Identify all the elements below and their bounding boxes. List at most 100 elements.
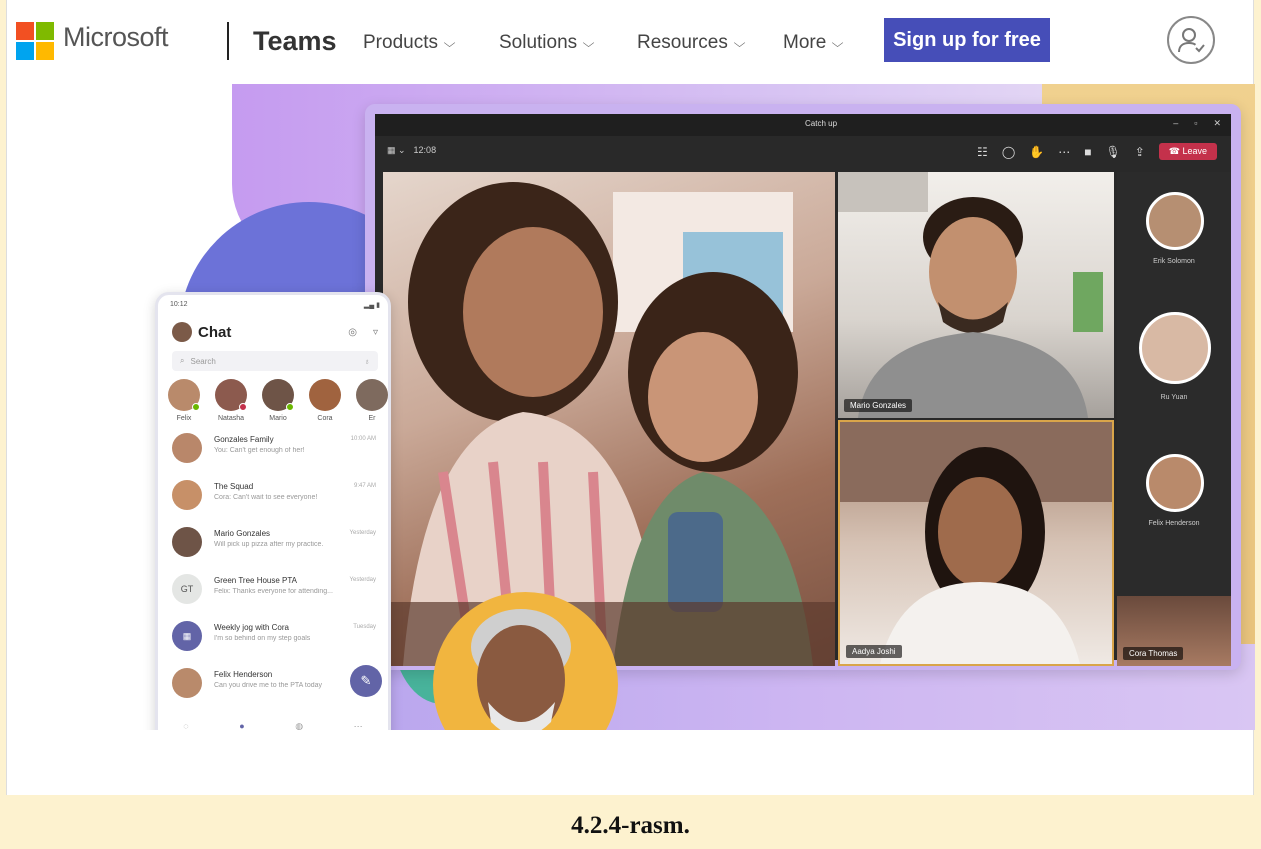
close-icon[interactable]: ✕: [1213, 118, 1221, 129]
contact-item[interactable]: Mario: [262, 379, 294, 422]
participant-avatar[interactable]: [1146, 454, 1204, 512]
product-name[interactable]: Teams: [253, 26, 337, 57]
search-placeholder: Search: [190, 356, 216, 366]
recent-contacts: Felix Natasha Mario Cora Er: [168, 379, 388, 422]
avatar: [172, 480, 202, 510]
chat-header: Chat ◎ ▿: [172, 319, 378, 345]
contact-item[interactable]: Er: [356, 379, 388, 422]
contact-name: Er: [368, 415, 376, 422]
camera-icon[interactable]: ■: [1084, 145, 1091, 159]
avatar: [172, 433, 202, 463]
sign-up-button[interactable]: Sign up for free: [884, 18, 1050, 62]
nav-solutions[interactable]: Solutions ⌵: [499, 32, 595, 54]
chat-icon[interactable]: ◯: [1002, 145, 1015, 159]
chevron-down-icon: ⌵: [443, 35, 456, 50]
nav-resources-label: Resources: [637, 32, 728, 53]
tab-more-icon[interactable]: ⋯: [354, 721, 363, 730]
list-item[interactable]: ▦ Weekly jog with Cora I'm so behind on …: [158, 615, 388, 662]
participant-name: Aadya Joshi: [846, 645, 902, 658]
compose-button[interactable]: ✎: [350, 665, 382, 697]
minimize-icon[interactable]: –: [1173, 118, 1178, 129]
participant-name: Ru Yuan: [1160, 394, 1188, 401]
chat-time: 9:47 AM: [353, 483, 376, 489]
leave-label: Leave: [1182, 146, 1207, 156]
share-screen-icon[interactable]: ⇪: [1135, 145, 1145, 159]
video-feed-image: [383, 182, 835, 666]
list-item[interactable]: The Squad Cora: Can't wait to see everyo…: [158, 474, 388, 521]
account-icon[interactable]: [1167, 16, 1215, 64]
leave-button[interactable]: ☎ Leave: [1158, 143, 1217, 160]
chat-time: 10:00 AM: [350, 436, 376, 442]
avatar: [172, 527, 202, 557]
participant-avatar[interactable]: [1139, 312, 1211, 384]
calendar-icon: ▦: [172, 621, 202, 651]
video-tile-participant-speaking: Aadya Joshi: [838, 420, 1114, 666]
list-item[interactable]: GT Green Tree House PTA Felix: Thanks ev…: [158, 568, 388, 615]
participant-name: Erik Solomon: [1153, 258, 1195, 265]
chat-title: Chat: [198, 323, 232, 341]
chevron-down-icon: ⌵: [831, 35, 844, 50]
filter-icon[interactable]: ▿: [373, 327, 378, 338]
contact-item[interactable]: Cora: [309, 379, 341, 422]
signal-battery-icon: ▂▄ ▮: [363, 302, 380, 309]
chat-time: Yesterday: [349, 577, 376, 583]
avatar: [262, 379, 294, 411]
browser-screenshot: Microsoft Teams Products ⌵ Solutions ⌵ R…: [6, 0, 1255, 795]
brand-name[interactable]: Microsoft: [63, 22, 169, 53]
window-titlebar: Catch up – ▫ ✕: [375, 114, 1231, 136]
contact-name: Natasha: [217, 415, 245, 422]
contact-name: Mario: [269, 415, 287, 422]
contact-item[interactable]: Felix: [168, 379, 200, 422]
chat-preview: Will pick up pizza after my practice.: [214, 541, 324, 548]
meeting-title: Catch up: [805, 119, 838, 128]
maximize-icon[interactable]: ▫: [1194, 118, 1197, 129]
tab-teams-icon[interactable]: ◍: [295, 721, 303, 730]
microphone-icon[interactable]: 🎙: [1105, 145, 1120, 159]
participant-avatar[interactable]: [1146, 192, 1204, 250]
nav-resources[interactable]: Resources ⌵: [637, 32, 746, 54]
bottom-tab-bar: ◌ ● ◍ ⋯: [158, 715, 388, 730]
participant-sidebar: Erik Solomon Ru Yuan Felix Henderson: [1117, 172, 1231, 666]
new-meeting-icon[interactable]: ◎: [348, 327, 357, 338]
participant-name: Felix Henderson: [1148, 520, 1200, 527]
list-item[interactable]: Gonzales Family You: Can't get enough of…: [158, 427, 388, 474]
participant-name: Mario Gonzales: [844, 399, 913, 412]
avatar: [168, 379, 200, 411]
chat-list: Gonzales Family You: Can't get enough of…: [158, 427, 388, 709]
video-tile-participant: Mario Gonzales: [838, 172, 1114, 418]
chat-preview: Felix: Thanks everyone for attending...: [214, 588, 333, 595]
participant-name: Cora Thomas: [1123, 647, 1184, 660]
chevron-down-icon: ⌵: [582, 35, 595, 50]
meeting-toolbar: ▦ ⌄ 12:08 ☷ ◯ ✋ ⋯ ■ 🎙 ⇪ ☎ Leave: [375, 136, 1231, 168]
tab-chat-icon[interactable]: ●: [239, 721, 244, 730]
hero-section: Catch up – ▫ ✕ ▦ ⌄ 12:08 ☷ ◯ ✋ ⋯ ■ 🎙 ⇪ ☎…: [7, 84, 1255, 730]
participants-icon[interactable]: ☷: [977, 145, 988, 159]
contact-item[interactable]: Natasha: [215, 379, 247, 422]
chat-preview: You: Can't get enough of her!: [214, 447, 305, 454]
avatar: [356, 379, 388, 411]
phone-time: 10:12: [170, 301, 188, 308]
raise-hand-icon[interactable]: ✋: [1029, 145, 1044, 159]
more-options-icon[interactable]: ⋯: [1058, 145, 1070, 159]
search-input[interactable]: ⌕ Search ♁: [172, 351, 378, 371]
list-item[interactable]: Mario Gonzales Will pick up pizza after …: [158, 521, 388, 568]
microphone-icon[interactable]: ♁: [364, 357, 370, 366]
chat-time: Yesterday: [349, 530, 376, 536]
avatar: [309, 379, 341, 411]
avatar: [215, 379, 247, 411]
avatar: [172, 668, 202, 698]
chevron-down-icon: ⌵: [733, 35, 746, 50]
brand-divider: [227, 22, 229, 60]
tab-activity-icon[interactable]: ◌: [183, 721, 188, 730]
window-controls: – ▫ ✕: [1173, 118, 1221, 129]
nav-products[interactable]: Products ⌵: [363, 32, 456, 54]
microsoft-logo-icon[interactable]: [16, 22, 54, 60]
search-icon: ⌕: [180, 356, 185, 365]
video-feed-image: [840, 422, 1112, 664]
avatar[interactable]: [172, 322, 192, 342]
nav-more-label: More: [783, 32, 827, 53]
nav-more[interactable]: More ⌵: [783, 32, 844, 54]
teams-meeting-window: Catch up – ▫ ✕ ▦ ⌄ 12:08 ☷ ◯ ✋ ⋯ ■ 🎙 ⇪ ☎…: [365, 104, 1241, 670]
chat-preview: Cora: Can't wait to see everyone!: [214, 494, 318, 501]
layout-icon[interactable]: ▦ ⌄: [387, 145, 406, 156]
